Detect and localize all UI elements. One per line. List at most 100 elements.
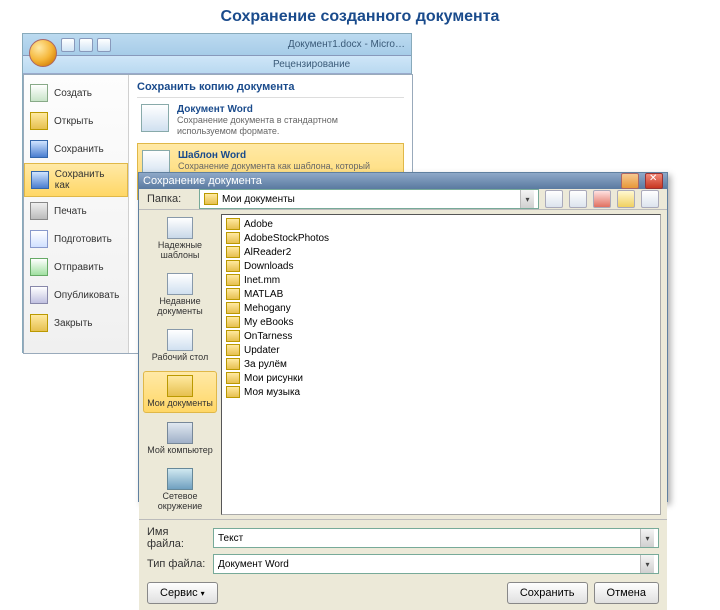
folder-icon: [226, 218, 240, 230]
filename-input[interactable]: Текст: [213, 528, 659, 548]
list-item[interactable]: Downloads: [224, 259, 658, 273]
menu-item-0[interactable]: Создать: [24, 79, 128, 107]
folder-icon: [226, 260, 240, 272]
page-heading: Сохранение созданного документа: [0, 0, 720, 30]
list-item[interactable]: За рулём: [224, 357, 658, 371]
place-1[interactable]: Недавние документы: [143, 270, 217, 320]
menu-item-label: Отправить: [54, 262, 104, 273]
ic-close-icon: [30, 314, 48, 332]
service-button[interactable]: Сервис: [147, 582, 218, 604]
file-name: За рулём: [244, 359, 287, 370]
list-item[interactable]: Updater: [224, 343, 658, 357]
office-button[interactable]: [29, 39, 57, 67]
menu-item-label: Печать: [54, 206, 87, 217]
places-bar: Надежные шаблоны Недавние документы Рабочи…: [139, 210, 221, 519]
menu-item-5[interactable]: Подготовить: [24, 225, 128, 253]
place-label: Мои документы: [147, 399, 213, 409]
menu-item-4[interactable]: Печать: [24, 197, 128, 225]
ic-open-icon: [30, 112, 48, 130]
list-item[interactable]: Моя музыка: [224, 385, 658, 399]
place-2[interactable]: Рабочий стол: [143, 326, 217, 366]
list-item[interactable]: Adobe: [224, 217, 658, 231]
file-name: Мои рисунки: [244, 373, 303, 384]
menu-item-label: Открыть: [54, 116, 93, 127]
new-folder-icon[interactable]: [617, 190, 635, 208]
folder-icon: [226, 288, 240, 300]
option-title: Шаблон Word: [178, 150, 399, 161]
list-item[interactable]: My eBooks: [224, 315, 658, 329]
ic-send-icon: [30, 258, 48, 276]
folder-icon: [226, 330, 240, 342]
help-icon[interactable]: [621, 173, 639, 189]
ic-pub-icon: [30, 286, 48, 304]
panel-title: Сохранить копию документа: [137, 81, 404, 98]
menu-item-7[interactable]: Опубликовать: [24, 281, 128, 309]
place-3[interactable]: Мои документы: [143, 371, 217, 413]
place-4[interactable]: Мой компьютер: [143, 419, 217, 459]
folder-icon: [226, 344, 240, 356]
ribbon-tabs: Рецензирование: [23, 56, 411, 74]
menu-item-3[interactable]: Сохранить как: [24, 163, 128, 197]
ic-save-icon: [30, 140, 48, 158]
place-5[interactable]: Сетевое окружение: [143, 465, 217, 515]
lookin-value: Мои документы: [222, 194, 295, 205]
folder-icon: [226, 358, 240, 370]
file-name: Mеhogany: [244, 303, 291, 314]
ic-print-icon: [30, 202, 48, 220]
office-menu-left: Создать Открыть Сохранить Сохранить как Печа…: [24, 75, 129, 353]
list-item[interactable]: MATLAB: [224, 287, 658, 301]
place-0[interactable]: Надежные шаблоны: [143, 214, 217, 264]
qat-undo-icon[interactable]: [79, 38, 93, 52]
dialog-bottom: Имя файла: Текст Тип файла: Документ Wor…: [139, 520, 667, 610]
menu-item-label: Опубликовать: [54, 290, 119, 301]
list-item[interactable]: Mеhogany: [224, 301, 658, 315]
qat-redo-icon[interactable]: [97, 38, 111, 52]
document-icon: [141, 104, 169, 132]
save-button[interactable]: Сохранить: [507, 582, 588, 604]
place-label: Сетевое окружение: [144, 492, 216, 512]
menu-item-label: Сохранить как: [55, 169, 121, 191]
folder-icon: [226, 372, 240, 384]
menu-item-8[interactable]: Закрыть: [24, 309, 128, 337]
dialog-title: Сохранение документа: [143, 175, 262, 187]
file-name: OnTarness: [244, 331, 292, 342]
menu-item-2[interactable]: Сохранить: [24, 135, 128, 163]
list-item[interactable]: AlReader2: [224, 245, 658, 259]
delete-icon[interactable]: [593, 190, 611, 208]
folder-icon: [226, 232, 240, 244]
chevron-down-icon[interactable]: [640, 555, 654, 573]
list-item[interactable]: Inet.mm: [224, 273, 658, 287]
filetype-value: Документ Word: [218, 559, 289, 570]
back-icon[interactable]: [545, 190, 563, 208]
list-item[interactable]: Мои рисунки: [224, 371, 658, 385]
close-icon[interactable]: [645, 173, 663, 189]
chevron-down-icon[interactable]: [640, 529, 654, 547]
chevron-down-icon[interactable]: [520, 190, 534, 208]
list-item[interactable]: AdobeStockPhotos: [224, 231, 658, 245]
pf-tpl-icon: [167, 217, 193, 239]
place-label: Недавние документы: [144, 297, 216, 317]
menu-item-label: Создать: [54, 88, 92, 99]
pf-recent-icon: [167, 329, 193, 351]
qat-save-icon[interactable]: [61, 38, 75, 52]
lookin-combo[interactable]: Мои документы: [199, 189, 539, 209]
folder-icon: [226, 274, 240, 286]
filetype-combo[interactable]: Документ Word: [213, 554, 659, 574]
file-name: My eBooks: [244, 317, 293, 328]
filename-label: Имя файла:: [147, 526, 207, 550]
menu-item-1[interactable]: Открыть: [24, 107, 128, 135]
file-name: Inet.mm: [244, 275, 280, 286]
list-item[interactable]: OnTarness: [224, 329, 658, 343]
views-icon[interactable]: [641, 190, 659, 208]
menu-item-6[interactable]: Отправить: [24, 253, 128, 281]
pf-net-icon: [167, 468, 193, 490]
folder-icon: [226, 302, 240, 314]
save-dialog: Сохранение документа Папка: Мои документ…: [138, 172, 668, 502]
up-icon[interactable]: [569, 190, 587, 208]
save-option-0[interactable]: Документ WordСохранение документа в стан…: [137, 98, 404, 143]
menu-item-label: Сохранить: [54, 144, 104, 155]
cancel-button[interactable]: Отмена: [594, 582, 659, 604]
ribbon-tab[interactable]: Рецензирование: [273, 59, 350, 70]
window-title: Документ1.docx - Micro…: [288, 39, 405, 50]
file-list[interactable]: AdobeAdobeStockPhotosAlReader2Downloads I…: [221, 214, 661, 515]
